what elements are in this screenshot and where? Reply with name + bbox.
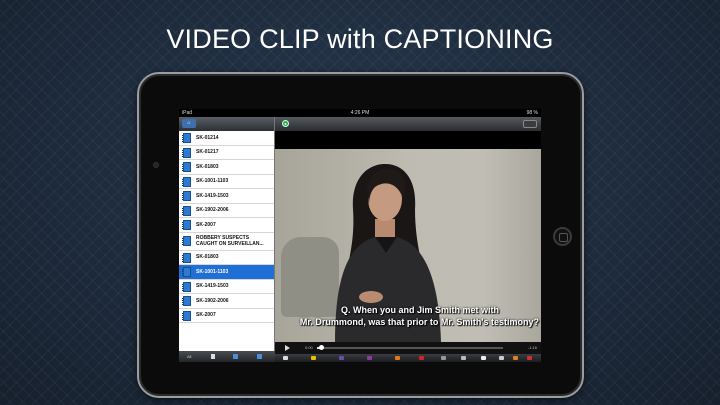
present-tool-icon[interactable] — [481, 356, 486, 360]
document-label: SK-01803 — [196, 163, 219, 170]
document-label: SK-01803 — [196, 254, 219, 261]
print-tool-icon[interactable] — [461, 356, 466, 360]
time-remaining: -1:16 — [527, 345, 537, 350]
document-label: SK-1902-2006 — [196, 207, 229, 214]
document-list-item[interactable]: SK-1001-1103 — [179, 265, 274, 280]
document-sidebar: ⌂ SK-01214 SK-01217 SK-01803 SK-1001-1103 SK… — [179, 117, 275, 362]
document-list-item[interactable]: SK-1902-2006 — [179, 294, 274, 309]
box-tool-icon[interactable] — [395, 356, 400, 360]
pen-tool-icon[interactable] — [339, 356, 344, 360]
sidebar-footer: All — [179, 351, 275, 362]
player-controls: 0:00 -1:16 — [275, 342, 541, 354]
redact-tool-icon[interactable] — [419, 356, 424, 360]
document-label: SK-1902-2006 — [196, 297, 229, 304]
document-icon — [182, 220, 191, 230]
document-icon — [182, 296, 191, 306]
status-bar: iPad 4:26 PM 98 % — [179, 109, 541, 117]
document-list-item[interactable]: SK-1419-1503 — [179, 189, 274, 204]
clear-icon[interactable] — [527, 356, 532, 360]
document-label: SK-01214 — [196, 134, 219, 141]
viewer-toolbar: ● — [275, 117, 541, 131]
home-nav-button[interactable]: ⌂ — [182, 119, 196, 128]
ipad-screen: iPad 4:26 PM 98 % ⌂ SK-01214 SK-01217 SK-0… — [179, 109, 541, 362]
video-frame[interactable]: Q. When you and Jim Smith met with Mr. D… — [275, 149, 541, 342]
document-list-item[interactable]: SK-01214 — [179, 131, 274, 146]
document-list-item[interactable]: SK-01217 — [179, 146, 274, 160]
viewer-pane: ● Q. When you and Jim Smith met with Mr.… — [275, 117, 541, 362]
book-icon[interactable] — [257, 354, 262, 359]
document-icon — [182, 147, 191, 158]
stamp-tool-icon[interactable] — [441, 356, 446, 360]
highlight-tool-icon[interactable] — [311, 356, 316, 360]
document-icon — [182, 191, 191, 201]
document-list-item[interactable]: ROBBERY SUSPECTS CAUGHT ON SURVEILLAN... — [179, 233, 274, 251]
progress-slider[interactable] — [317, 345, 503, 350]
notes-tool-icon[interactable] — [499, 356, 504, 360]
home-button[interactable] — [553, 227, 572, 246]
document-icon — [182, 236, 191, 246]
document-label: SK-2007 — [196, 312, 216, 319]
marker-tool-icon[interactable] — [367, 356, 372, 360]
document-icon — [182, 162, 191, 172]
document-label: SK-1419-1503 — [196, 192, 229, 199]
play-icon[interactable] — [285, 345, 290, 351]
document-icon — [182, 205, 191, 216]
document-label: SK-01217 — [196, 149, 219, 156]
battery-label: 98 % — [526, 110, 538, 116]
progress-knob[interactable] — [318, 345, 324, 350]
hand-tool-icon[interactable] — [283, 356, 288, 360]
document-list-item[interactable]: SK-2007 — [179, 309, 274, 323]
document-list: SK-01214 SK-01217 SK-01803 SK-1001-1103 SK-1… — [179, 131, 274, 323]
camera-icon — [153, 162, 159, 168]
slide-title: VIDEO CLIP with CAPTIONING — [166, 24, 554, 54]
document-list-item[interactable]: SK-2007 — [179, 218, 274, 233]
share-icon[interactable]: ● — [282, 120, 289, 127]
document-list-item[interactable]: SK-01803 — [179, 160, 274, 175]
document-icon[interactable] — [211, 354, 215, 359]
document-icon — [182, 133, 191, 143]
document-icon — [182, 310, 191, 321]
document-list-item[interactable]: SK-1001-1103 — [179, 175, 274, 189]
document-label: SK-2007 — [196, 221, 216, 228]
document-icon — [182, 252, 191, 263]
document-label: SK-1001-1103 — [196, 268, 229, 275]
document-icon — [182, 267, 191, 277]
time-elapsed: 0:00 — [305, 345, 313, 350]
annotation-toolbar — [275, 354, 541, 362]
video-caption: Q. When you and Jim Smith met with Mr. D… — [275, 304, 541, 328]
sidebar-header: ⌂ — [179, 117, 274, 131]
document-label: SK-1419-1503 — [196, 283, 229, 290]
document-list-item[interactable]: SK-1419-1503 — [179, 280, 274, 294]
folder-icon[interactable] — [233, 354, 238, 359]
caption-line-1: Q. When you and Jim Smith met with — [340, 305, 499, 315]
document-label: ROBBERY SUSPECTS CAUGHT ON SURVEILLAN... — [196, 235, 264, 247]
status-time: 4:26 PM — [350, 110, 370, 116]
document-list-item[interactable]: SK-01803 — [179, 251, 274, 265]
toolbar-button[interactable] — [523, 120, 537, 128]
filter-all-button[interactable]: All — [187, 354, 191, 359]
document-label: SK-1001-1103 — [196, 178, 229, 185]
document-list-item[interactable]: SK-1902-2006 — [179, 204, 274, 218]
document-icon — [182, 176, 191, 187]
caption-line-2: Mr. Drummond, was that prior to Mr. Smit… — [299, 317, 539, 327]
document-icon — [182, 281, 191, 292]
undo-icon[interactable] — [513, 356, 518, 360]
